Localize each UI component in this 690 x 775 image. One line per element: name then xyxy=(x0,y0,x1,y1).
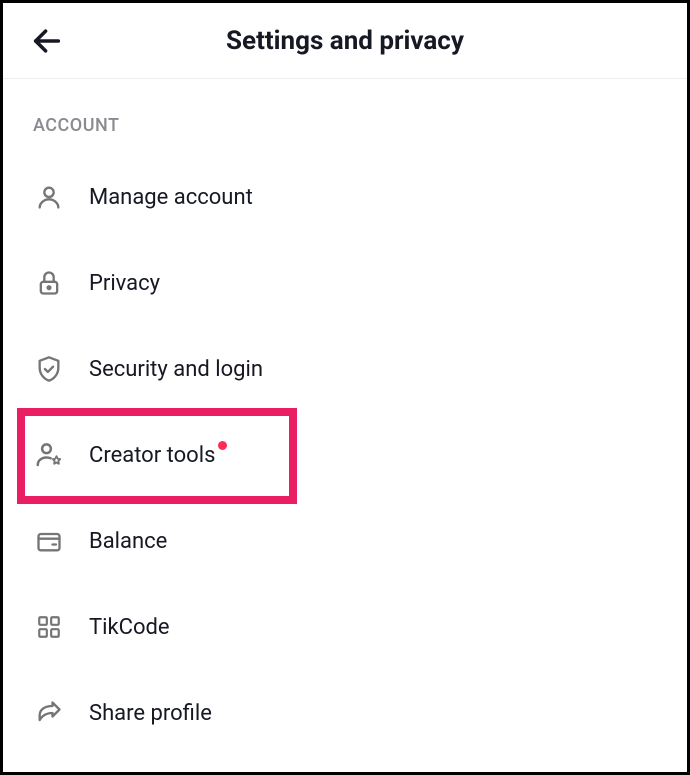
menu-item-tikcode[interactable]: TikCode xyxy=(3,584,687,670)
menu-item-manage-account[interactable]: Manage account xyxy=(3,154,687,240)
section-header-account: ACCOUNT xyxy=(3,79,687,154)
share-icon xyxy=(33,697,65,729)
menu-item-balance[interactable]: Balance xyxy=(3,498,687,584)
menu-label: Balance xyxy=(89,529,167,554)
header: Settings and privacy xyxy=(3,3,687,79)
menu-item-share-profile[interactable]: Share profile xyxy=(3,670,687,756)
person-star-icon xyxy=(33,439,65,471)
wallet-icon xyxy=(33,525,65,557)
menu-label: Manage account xyxy=(89,185,253,210)
lock-icon xyxy=(33,267,65,299)
notification-dot xyxy=(218,441,227,450)
menu-label: Creator tools xyxy=(89,443,215,468)
menu-label: Security and login xyxy=(89,357,263,382)
menu-label: Privacy xyxy=(89,271,160,296)
shield-icon xyxy=(33,353,65,385)
back-arrow-icon xyxy=(30,24,64,58)
back-button[interactable] xyxy=(27,21,67,61)
menu-item-security[interactable]: Security and login xyxy=(3,326,687,412)
menu-item-privacy[interactable]: Privacy xyxy=(3,240,687,326)
page-title: Settings and privacy xyxy=(23,26,667,56)
menu-item-creator-tools[interactable]: Creator tools xyxy=(3,412,687,498)
menu-label: Share profile xyxy=(89,701,212,726)
person-icon xyxy=(33,181,65,213)
menu-label: TikCode xyxy=(89,615,170,640)
qr-icon xyxy=(33,611,65,643)
